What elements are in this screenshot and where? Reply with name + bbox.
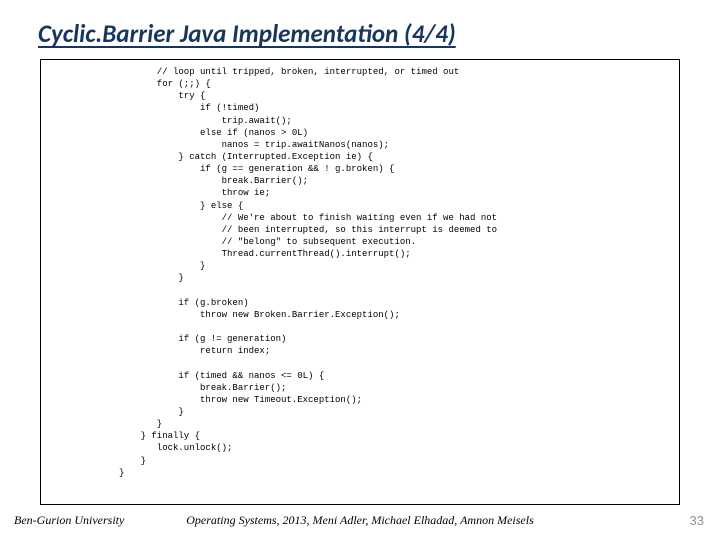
slide-title: Cyclic.Barrier Java Implementation (4/4) (30, 18, 690, 49)
code-block: // loop until tripped, broken, interrupt… (41, 66, 679, 479)
footer: Ben-Gurion University Operating Systems,… (0, 508, 720, 528)
page-number: 33 (690, 513, 704, 528)
code-container: // loop until tripped, broken, interrupt… (40, 59, 680, 505)
footer-course-info: Operating Systems, 2013, Meni Adler, Mic… (0, 513, 720, 528)
slide: Cyclic.Barrier Java Implementation (4/4)… (0, 0, 720, 540)
